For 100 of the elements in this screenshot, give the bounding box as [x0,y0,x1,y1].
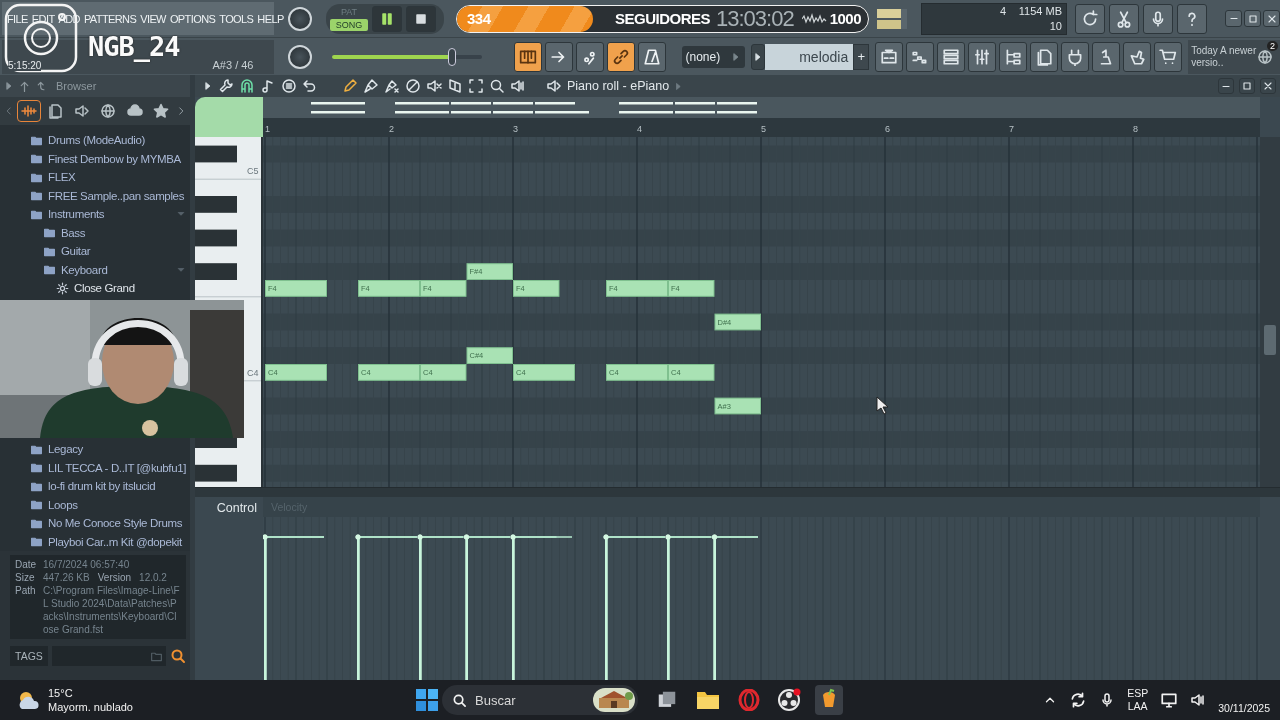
menu-item[interactable]: VIEW [140,12,166,25]
playlist-button[interactable] [875,41,904,72]
folder-icon [30,152,43,166]
scissors-icon [1115,9,1133,28]
velocity-drawing[interactable] [263,534,759,680]
pages-button[interactable] [1030,41,1059,72]
select-icon[interactable] [468,78,484,94]
tree-item[interactable]: Bass [0,223,190,242]
tree-item[interactable]: Instruments [0,205,190,224]
scrollbar-thumb[interactable] [1264,325,1276,355]
close-button[interactable] [1260,78,1276,94]
control-label: Control [216,501,257,515]
news-panel[interactable]: Today A newer versio.. 2 [1188,39,1280,74]
windows-icon[interactable] [416,689,438,711]
tree-item[interactable]: Drums (ModeAudio) [0,131,190,150]
pattern-menu-button[interactable] [751,43,766,70]
refresh-button[interactable] [1075,3,1105,34]
channel-rack-button[interactable] [937,41,966,72]
tree-item[interactable]: Legacy [0,440,190,459]
minimize-button[interactable] [1218,78,1234,94]
scrollbar[interactable] [1260,137,1280,487]
eraser-icon[interactable] [384,78,400,94]
folder-icon[interactable] [696,689,720,711]
scissors-button[interactable] [1109,3,1139,34]
playback-icon[interactable] [510,78,526,94]
arrow-button[interactable] [544,41,573,72]
mute-tool-icon[interactable] [405,78,421,94]
search-icon [452,692,467,708]
weather-condition[interactable]: Mayorm. nublado [48,700,133,714]
mixer-button[interactable] [968,41,997,72]
menu-item[interactable]: FILE [7,12,28,25]
step-sequencer-button[interactable] [906,41,935,72]
menu-item[interactable]: PATTERNS [83,12,137,25]
slice-icon[interactable] [447,78,463,94]
input-language[interactable]: ESP [1127,687,1149,700]
tags-field[interactable] [51,646,166,666]
tags-button[interactable]: TAGS [10,646,48,666]
zoom-icon[interactable] [489,78,505,94]
brush-icon[interactable] [363,78,379,94]
tree-item[interactable]: Close Grand [0,279,190,298]
aperture-icon[interactable] [777,688,801,712]
help-button[interactable] [1177,3,1207,34]
bar-number: 3 [513,124,518,134]
microphone-button[interactable] [1143,3,1173,34]
weather-temperature[interactable]: 15°C [48,686,133,700]
project-tree-button[interactable] [999,41,1028,72]
speaker-icon [546,78,562,94]
metronome-button[interactable] [637,41,666,72]
add-pattern-button[interactable]: + [853,43,870,70]
preset-icon [56,281,69,295]
tree-item[interactable]: No Me Conoce Style Drums [0,514,190,533]
info-label: Size [15,571,36,584]
folder-icon [43,263,56,277]
tree-item[interactable]: Finest Dembow by MYMBA [0,149,190,168]
tree-item[interactable]: FLEX [0,168,190,187]
plugin-button[interactable] [1061,41,1090,72]
menu-item[interactable]: OPTIONS [169,12,216,25]
link-button[interactable] [606,41,635,72]
taskbar-date[interactable]: 30/11/2025 [1218,702,1270,714]
tree-item[interactable]: Guitar [0,242,190,261]
fruit-icon[interactable] [815,685,843,715]
knob[interactable] [288,6,312,31]
tree-item[interactable]: lo-fi drum kit by itslucid [0,477,190,496]
note-grid[interactable] [263,137,1260,487]
keyboard-layout[interactable]: LAA [1127,700,1148,713]
cart-icon [1159,47,1178,66]
tree-item[interactable]: LIL TECCA - D..IT [@kubfu1] [0,458,190,477]
globe-icon [1257,48,1274,65]
knob[interactable] [287,44,312,69]
info-value: 12.0.2 [139,571,167,584]
slider-thumb[interactable] [447,47,456,66]
tree-item[interactable]: Playboi Car..m Kit @dopekit [0,532,190,551]
feet-button[interactable] [575,41,604,72]
tree-item[interactable]: Loops [0,495,190,514]
touch-button[interactable] [1123,41,1152,72]
stop-button[interactable] [406,5,436,32]
menu-item[interactable]: TOOLS [219,12,254,25]
close-button[interactable] [1263,10,1280,27]
menu-item[interactable]: HELP [257,12,284,25]
browser-tab[interactable] [16,100,41,122]
bar-number: 2 [389,124,394,134]
play-pause-button[interactable] [372,5,402,32]
channel-select[interactable]: (none) [681,45,746,68]
menu-item[interactable]: EDIT [31,12,55,25]
pattern-field[interactable]: melodia [765,43,854,70]
pencil-icon[interactable] [342,78,358,94]
tree-item[interactable]: FREE Sample..pan samples [0,186,190,205]
title-menu-icon [674,81,684,91]
mode-toggle[interactable]: SONG [330,19,368,31]
maximize-button[interactable] [1244,10,1261,27]
keyboard-button[interactable] [513,41,542,72]
overview-drawing[interactable] [311,102,757,114]
minimize-button[interactable] [1225,10,1242,27]
cart-button[interactable] [1154,41,1183,72]
ring-icon[interactable] [738,689,760,711]
mute-icon[interactable] [426,78,442,94]
tempo-button[interactable] [1092,41,1121,72]
search-field[interactable]: Buscar [442,685,638,715]
maximize-button[interactable] [1239,78,1255,94]
tree-item[interactable]: Keyboard [0,260,190,279]
